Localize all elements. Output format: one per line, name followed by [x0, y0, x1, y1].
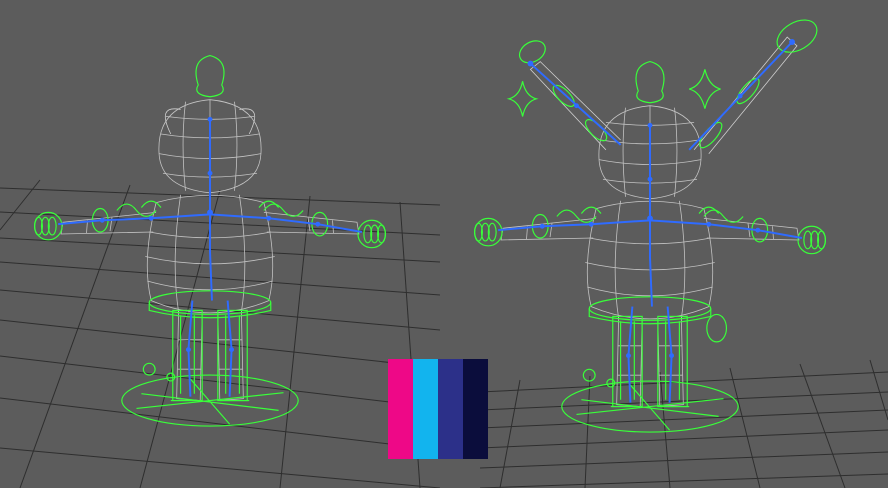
maya-viewport[interactable] — [0, 0, 888, 488]
swatch-cyan — [413, 359, 438, 459]
swatch-navy — [463, 359, 488, 459]
character-rig-right[interactable] — [473, 13, 827, 434]
swatch-pink — [388, 359, 413, 459]
swatch-indigo — [438, 359, 463, 459]
grid-right — [479, 359, 888, 488]
character-rig-left[interactable] — [33, 54, 387, 428]
grid-left — [0, 179, 441, 488]
